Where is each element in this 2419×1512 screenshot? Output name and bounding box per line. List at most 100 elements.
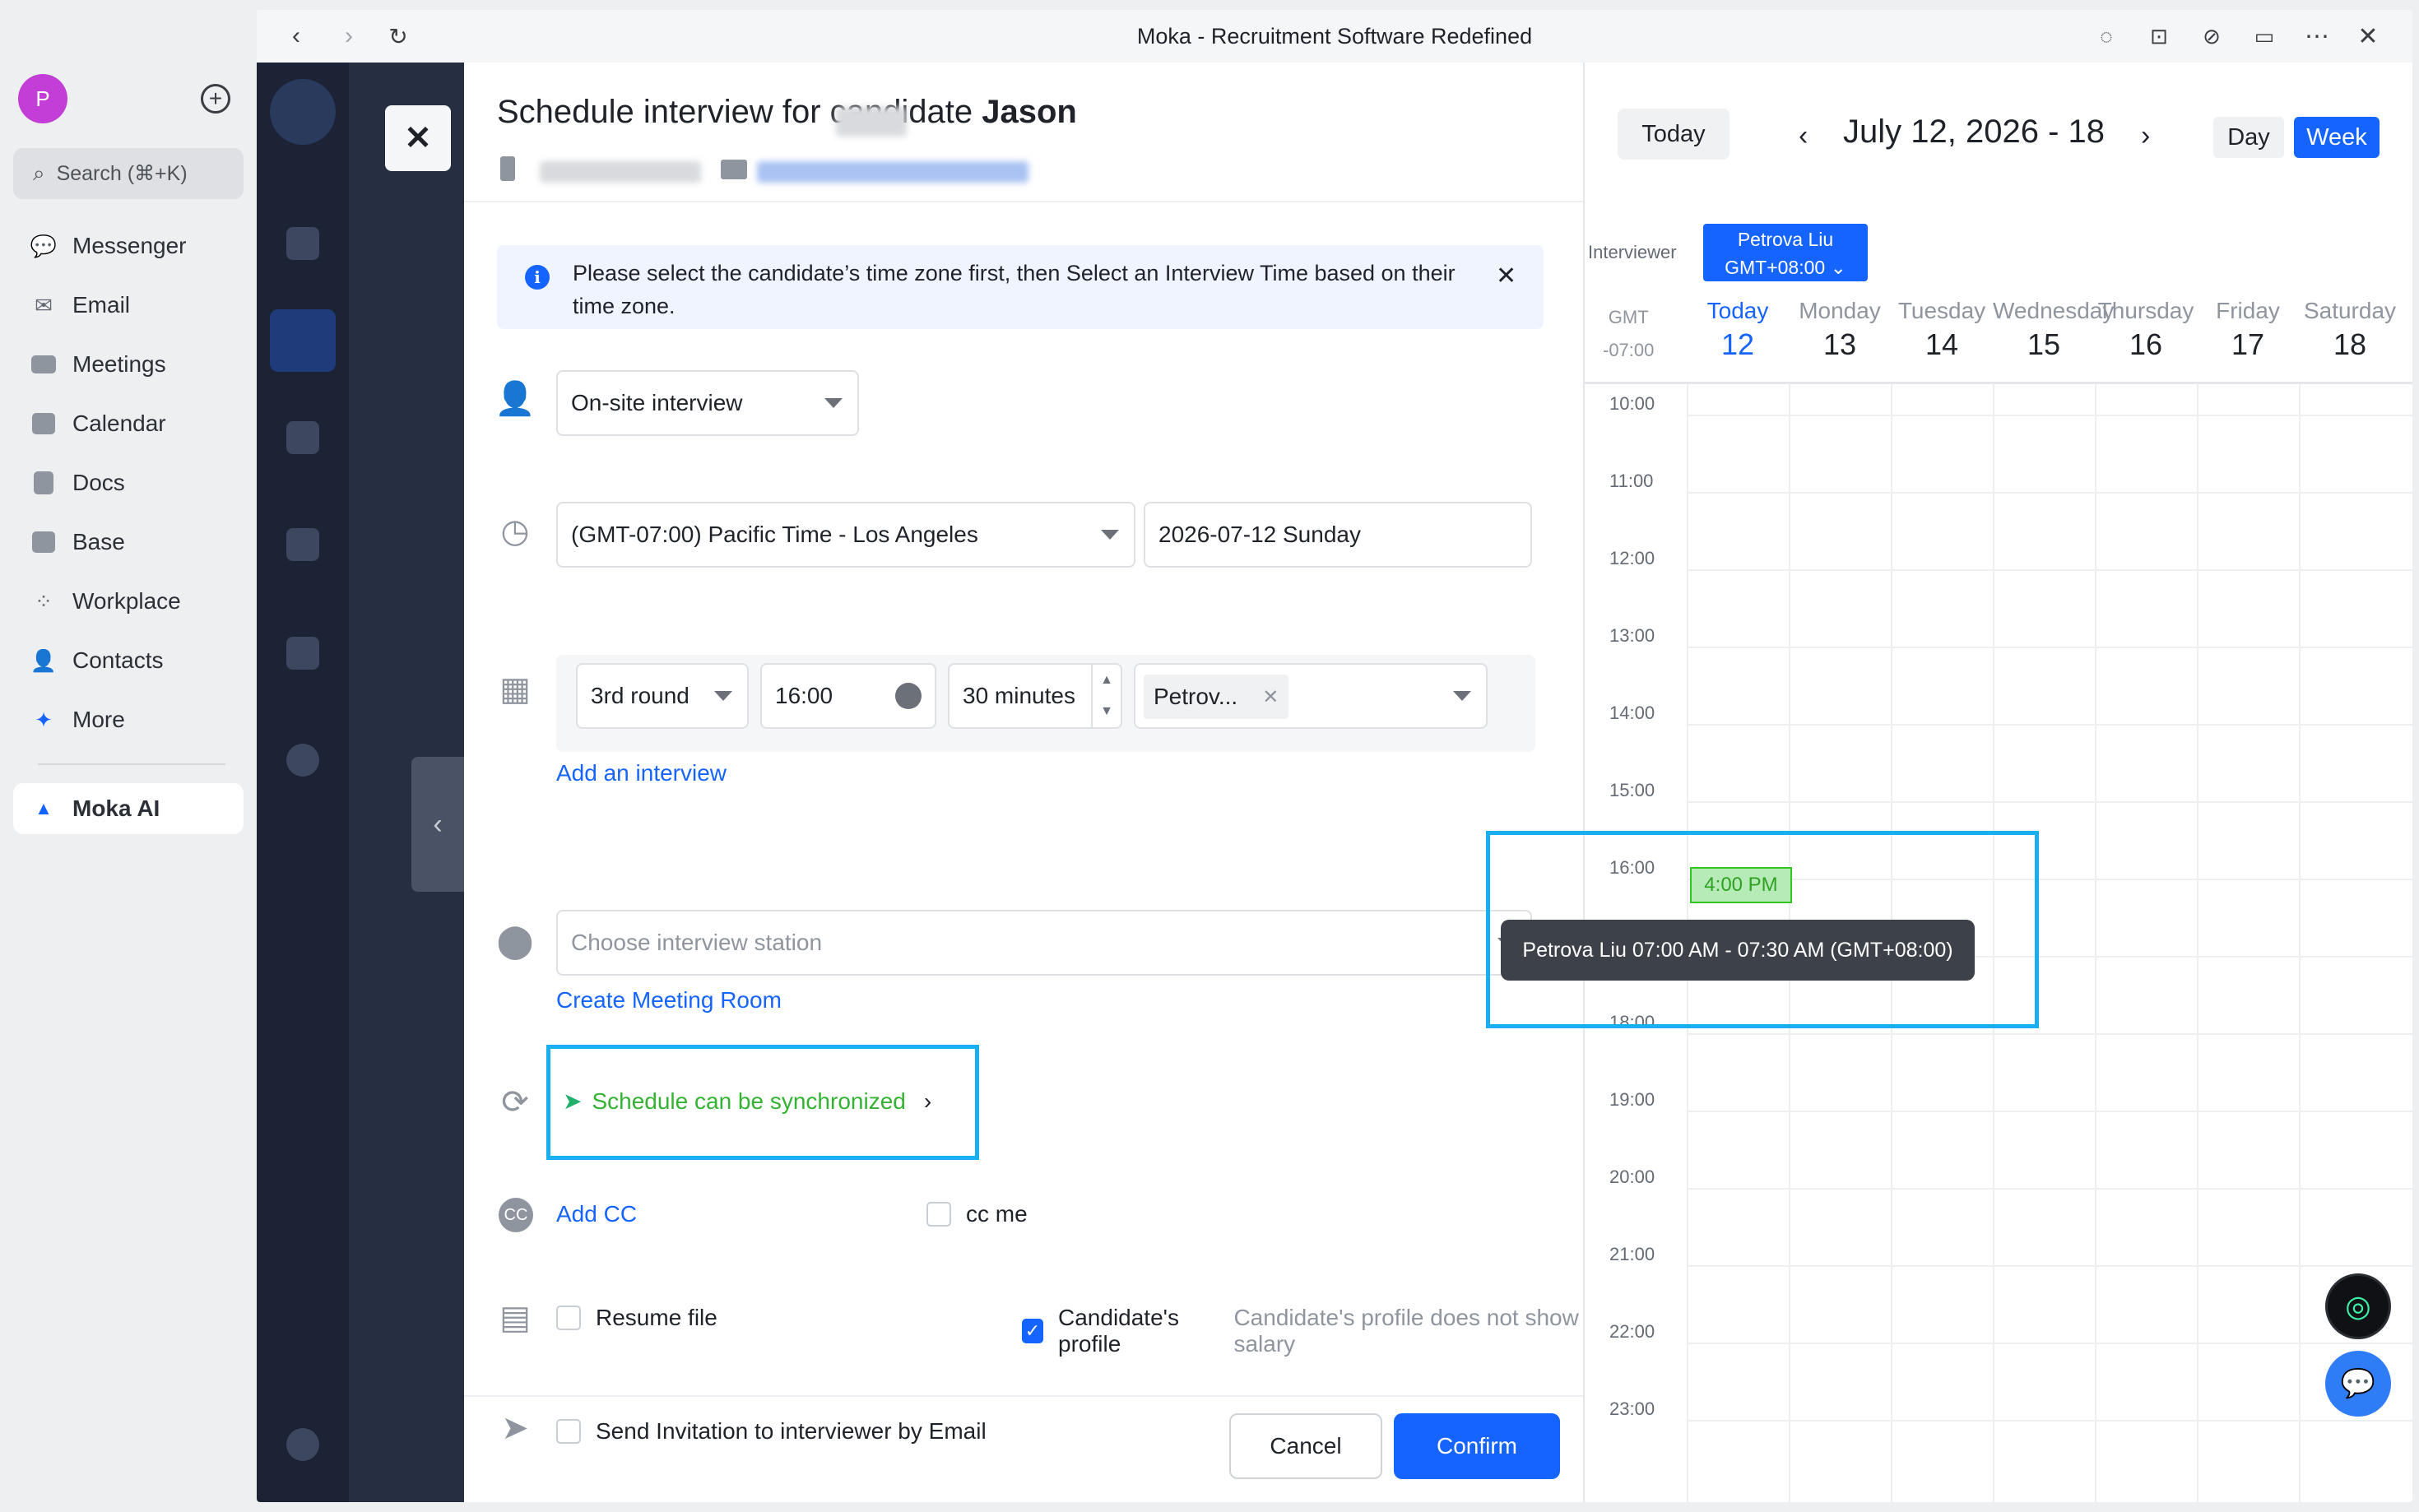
candidate-profile-checkbox[interactable]: ✓ xyxy=(1022,1319,1043,1343)
user-avatar[interactable]: P xyxy=(18,74,67,123)
day-header-tuesday[interactable]: Tuesday 14 xyxy=(1891,298,1993,362)
chat-support-button[interactable]: 💬 xyxy=(2325,1351,2391,1417)
sidebar-item-messenger[interactable]: 💬 Messenger xyxy=(13,220,244,271)
add-icon[interactable]: + xyxy=(201,84,230,114)
sidebar-item-label: Contacts xyxy=(72,647,164,673)
sync-icon: ⟳ xyxy=(501,1084,529,1120)
window-mode-icon[interactable]: ▭ xyxy=(2250,21,2279,51)
week-view-button[interactable]: Week xyxy=(2294,117,2380,158)
candidate-name: Jason xyxy=(982,94,1077,130)
candidates-icon[interactable] xyxy=(270,309,336,372)
day-header-today[interactable]: Today 12 xyxy=(1687,298,1789,362)
sidebar-item-label: Docs xyxy=(72,470,125,495)
remove-tag-icon[interactable]: ✕ xyxy=(1262,685,1279,709)
grid-line xyxy=(1687,1265,2412,1267)
sidebar-item-workplace[interactable]: ⁘ Workplace xyxy=(13,576,244,627)
today-button[interactable]: Today xyxy=(1618,109,1730,160)
sidebar-item-email[interactable]: ✉ Email xyxy=(13,280,244,331)
grid-line xyxy=(1687,1111,2412,1112)
send-invitation-option[interactable]: Send Invitation to interviewer by Email xyxy=(556,1418,987,1445)
add-interview-link[interactable]: Add an interview xyxy=(556,760,727,786)
ai-assistant-button[interactable]: ◎ xyxy=(2325,1273,2391,1339)
create-meeting-room-link[interactable]: Create Meeting Room xyxy=(556,987,782,1013)
collapse-panel-button[interactable]: ‹ xyxy=(411,757,464,892)
sidebar-item-contacts[interactable]: 👤 Contacts xyxy=(13,635,244,686)
sidebar-item-label: Email xyxy=(72,292,131,318)
search-box[interactable]: ⌕ Search (⌘+K) xyxy=(13,148,244,199)
day-header-saturday[interactable]: Saturday 18 xyxy=(2299,298,2401,362)
interviewer-tag[interactable]: Petrov... ✕ xyxy=(1144,675,1289,719)
day-header-friday[interactable]: Friday 17 xyxy=(2197,298,2299,362)
interview-type-value: On-site interview xyxy=(571,390,743,415)
forward-icon[interactable]: › xyxy=(334,21,364,51)
station-placeholder: Choose interview station xyxy=(571,930,823,955)
back-icon[interactable]: ‹ xyxy=(281,21,311,51)
book-icon[interactable] xyxy=(286,637,319,670)
notice-text: Please select the candidate’s time zone … xyxy=(573,261,1456,318)
sidebar-item-calendar[interactable]: Calendar xyxy=(13,398,244,449)
cc-me-checkbox[interactable] xyxy=(926,1202,951,1227)
day-header-monday[interactable]: Monday 13 xyxy=(1789,298,1891,362)
day-number: 13 xyxy=(1822,327,1857,361)
sidebar-item-moka-ai[interactable]: ▲ Moka AI xyxy=(13,783,244,834)
interview-type-select[interactable]: On-site interview xyxy=(556,370,859,436)
add-cc-link[interactable]: Add CC xyxy=(556,1201,637,1227)
more-icon[interactable]: ⋯ xyxy=(2302,21,2332,51)
phone-icon xyxy=(500,156,515,181)
sidebar-item-more[interactable]: ✦ More xyxy=(13,694,244,745)
redacted-email[interactable] xyxy=(757,161,1028,183)
more-apps-icon: ✦ xyxy=(35,707,53,732)
prev-week-icon[interactable]: ‹ xyxy=(1799,120,1808,152)
resume-file-option[interactable]: Resume file xyxy=(556,1305,717,1331)
stepper-arrows-icon[interactable]: ▲ ▼ xyxy=(1091,665,1121,727)
profile-note: Candidate's profile does not show salary xyxy=(1233,1305,1579,1357)
sidebar-item-base[interactable]: Base xyxy=(13,517,244,568)
refresh-icon[interactable]: ↻ xyxy=(383,21,413,51)
window-title: Moka - Recruitment Software Redefined xyxy=(1136,24,1533,49)
briefcase-icon[interactable] xyxy=(286,528,319,561)
settings-icon[interactable] xyxy=(286,1428,319,1461)
email-icon: ✉ xyxy=(35,292,53,318)
confirm-button[interactable]: Confirm xyxy=(1394,1413,1560,1479)
round-select[interactable]: 3rd round xyxy=(576,663,749,729)
day-name: Friday xyxy=(2216,298,2280,323)
sync-status[interactable]: ➤ Schedule can be synchronized › xyxy=(563,1088,931,1115)
grid-line xyxy=(1687,1343,2412,1344)
chevron-down-icon xyxy=(1453,691,1471,701)
robot-icon[interactable]: ⊡ xyxy=(2144,21,2174,51)
clock-icon: ◷ xyxy=(500,513,530,550)
interviewer-select[interactable]: Petrov... ✕ xyxy=(1134,663,1488,729)
day-header-wednesday[interactable]: Wednesday 15 xyxy=(1993,298,2114,362)
timezone-select[interactable]: (GMT-07:00) Pacific Time - Los Angeles xyxy=(556,502,1135,568)
close-notice-icon[interactable]: ✕ xyxy=(1496,262,1516,290)
interview-station-select[interactable]: Choose interview station xyxy=(556,910,1532,976)
calendar-icon[interactable] xyxy=(286,421,319,454)
interviewer-chip[interactable]: Petrova Liu GMT+08:00 ⌄ xyxy=(1703,224,1868,281)
date-picker[interactable]: 2026-07-12 Sunday xyxy=(1144,502,1532,568)
close-window-icon[interactable]: ✕ xyxy=(2353,21,2383,51)
time-picker[interactable]: 16:00 xyxy=(760,663,936,729)
sidebar-divider xyxy=(38,763,225,765)
candidate-profile-option[interactable]: ✓ Candidate's profile Candidate's profil… xyxy=(1022,1305,1583,1357)
hour-label: 21:00 xyxy=(1609,1244,1655,1264)
chevron-down-icon xyxy=(824,398,843,408)
cc-me-option[interactable]: cc me xyxy=(926,1201,1028,1227)
schedule-calendar: Today ‹ July 12, 2026 - 18 › Day Week In… xyxy=(1583,63,2412,1502)
send-invitation-checkbox[interactable] xyxy=(556,1419,581,1444)
close-modal-button[interactable]: ✕ xyxy=(385,105,451,171)
compass-icon[interactable]: ⊘ xyxy=(2197,21,2226,51)
sidebar-item-meetings[interactable]: Meetings xyxy=(13,339,244,390)
resume-file-checkbox[interactable] xyxy=(556,1306,581,1330)
title-prefix: Schedule interview for candidate xyxy=(497,94,982,130)
cancel-button[interactable]: Cancel xyxy=(1229,1413,1382,1479)
next-week-icon[interactable]: › xyxy=(2141,120,2150,152)
comment-icon[interactable]: ◌ xyxy=(2092,21,2121,51)
day-header-thursday[interactable]: Thursday 16 xyxy=(2095,298,2197,362)
day-number: 15 xyxy=(2027,327,2061,361)
home-icon[interactable] xyxy=(286,227,319,260)
day-view-button[interactable]: Day xyxy=(2213,117,2284,158)
sidebar-item-docs[interactable]: Docs xyxy=(13,457,244,508)
pie-chart-icon[interactable] xyxy=(286,744,319,777)
calendar-event[interactable]: 4:00 PM xyxy=(1690,867,1792,903)
duration-stepper[interactable]: 30 minutes ▲ ▼ xyxy=(948,663,1122,729)
